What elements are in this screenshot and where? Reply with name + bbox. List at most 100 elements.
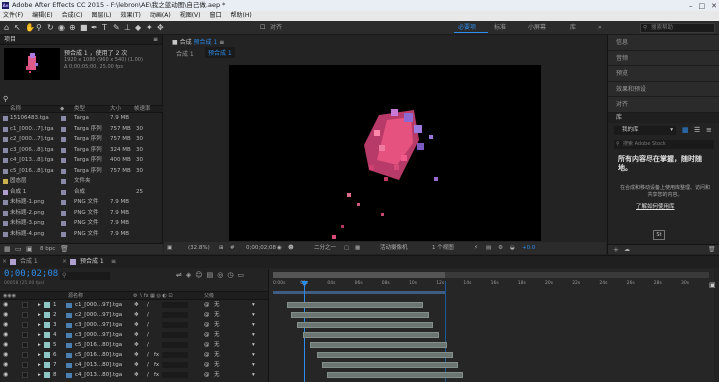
collapse-switch-icon[interactable]: ✻	[134, 341, 139, 349]
layer-duration-bar[interactable]	[302, 332, 439, 338]
camera-select[interactable]: 活动摄像机	[380, 242, 408, 254]
layer-row[interactable]: ◉ ▸ 5 c5_[016...80].tga ✻ ∕ @ 无 ▾	[0, 341, 268, 349]
project-item[interactable]: 未标题-4.png PNG 文件 7.9 MB	[0, 230, 163, 239]
parent-pickwhip-icon[interactable]: @	[204, 331, 210, 339]
lock-toggle-icon[interactable]	[22, 312, 28, 318]
label-color-swatch[interactable]	[61, 158, 66, 163]
layer-name[interactable]: c5_[016...80].tga	[75, 351, 122, 359]
layer-name[interactable]: c1_[000...97].tga	[75, 301, 122, 309]
layer-duration-bar[interactable]	[321, 362, 458, 368]
layer-duration-bar[interactable]	[309, 342, 448, 348]
help-search-input[interactable]: ⚲ 搜索帮助	[640, 23, 715, 33]
type-tool-icon[interactable]: T	[102, 23, 107, 33]
parent-pickwhip-icon[interactable]: @	[204, 361, 210, 369]
reset-exposure-icon[interactable]: ◒	[510, 242, 515, 254]
quality-switch-icon[interactable]: ∕	[147, 321, 149, 329]
label-color-swatch[interactable]	[61, 116, 66, 121]
lock-toggle-icon[interactable]	[22, 352, 28, 358]
label-color-swatch[interactable]	[61, 168, 66, 174]
viewer-subtab-2[interactable]: 预合成 1	[205, 47, 235, 58]
parent-pickwhip-icon[interactable]: @	[204, 321, 210, 329]
fx-switch-icon[interactable]: fx	[154, 361, 159, 369]
new-comp-icon[interactable]: ▣	[26, 245, 33, 253]
layer-label-swatch[interactable]	[44, 372, 50, 378]
quality-switch-icon[interactable]: ∕	[147, 301, 149, 309]
panel-menu-icon[interactable]: ≡	[111, 256, 116, 268]
comp-mini-flowchart-icon[interactable]: ⇌	[176, 271, 186, 279]
menu-help[interactable]: 帮助(H)	[231, 11, 252, 21]
lock-toggle-icon[interactable]	[22, 322, 28, 328]
quality-switch-icon[interactable]: ∕	[147, 361, 149, 369]
panel-effects-presets[interactable]: 效果和预设	[608, 82, 719, 98]
collapse-switch-icon[interactable]: ✻	[134, 371, 139, 379]
chevron-down-icon[interactable]: ▾	[252, 351, 255, 359]
project-item[interactable]: 未标题-3.png PNG 文件 7.9 MB	[0, 219, 163, 228]
menu-animation[interactable]: 动画(A)	[150, 11, 171, 21]
col-type[interactable]: 类型	[74, 106, 85, 113]
collapse-switch-icon[interactable]: ✻	[134, 361, 139, 369]
project-item[interactable]: 固态层 文件夹	[0, 177, 163, 186]
layer-label-swatch[interactable]	[44, 312, 50, 318]
label-color-swatch[interactable]	[61, 231, 66, 237]
menu-layer[interactable]: 图层(L)	[92, 11, 112, 21]
timeline-tab-comp1[interactable]: 合成 1	[20, 256, 38, 268]
label-color-swatch[interactable]	[61, 137, 66, 142]
chevron-down-icon[interactable]: ▾	[252, 331, 255, 339]
layer-switch-boxes[interactable]	[162, 312, 188, 318]
lock-toggle-icon[interactable]	[22, 332, 28, 338]
label-color-swatch[interactable]	[61, 179, 66, 184]
work-area-bar[interactable]	[273, 291, 445, 294]
layer-switch-boxes[interactable]	[162, 332, 188, 338]
workspace-small-screen[interactable]: 小屏幕	[528, 23, 546, 33]
layer-name[interactable]: c4_[013...80].tga	[75, 371, 122, 379]
rect-tool-icon[interactable]: ■	[80, 23, 88, 33]
layer-row[interactable]: ◉ ▸ 6 c5_[016...80].tga ✻ ∕ fx @ 无 ▾	[0, 351, 268, 359]
lock-icon[interactable]: ■	[172, 39, 178, 46]
zoom-tool-icon[interactable]: ⚲	[36, 23, 42, 33]
quality-switch-icon[interactable]: ∕	[147, 351, 149, 359]
layer-switch-boxes[interactable]	[162, 302, 188, 308]
interpret-footage-icon[interactable]: ▦	[4, 245, 11, 253]
project-item[interactable]: c3_[006...8].tga Targa 序列 324 MB 30	[0, 146, 163, 155]
collapse-switch-icon[interactable]: ✻	[134, 321, 139, 329]
draft-3d-icon[interactable]: ◈	[186, 271, 195, 279]
layer-label-swatch[interactable]	[44, 302, 50, 308]
visibility-eye-icon[interactable]: ◉	[3, 311, 8, 319]
panel-audio[interactable]: 音频	[608, 51, 719, 67]
visibility-eye-icon[interactable]: ◉	[3, 331, 8, 339]
expand-twirl-icon[interactable]: ▸	[38, 331, 41, 339]
pen-tool-icon[interactable]: ✒	[91, 23, 98, 33]
collapse-switch-icon[interactable]: ✻	[134, 311, 139, 319]
quality-switch-icon[interactable]: ∕	[147, 341, 149, 349]
panel-preview[interactable]: 预览	[608, 66, 719, 82]
visibility-eye-icon[interactable]: ◉	[3, 361, 8, 369]
align-checkbox-icon[interactable]: ☐	[260, 23, 265, 33]
comp-button-icon[interactable]: ▣	[709, 281, 716, 289]
layer-row[interactable]: ◉ ▸ 2 c2_[000...97].tga ✻ ∕ @ 无 ▾	[0, 311, 268, 319]
bpc-label[interactable]: 8 bpc	[40, 246, 55, 252]
project-item[interactable]: c2_[000...7].tga Targa 序列 757 MB 30	[0, 135, 163, 144]
timeline-tab-precomp1[interactable]: 预合成 1	[80, 256, 104, 268]
collapse-switch-icon[interactable]: ✻	[134, 331, 139, 339]
layer-row[interactable]: ◉ ▸ 4 c3_[000...97].tga ✻ ∕ @ 无 ▾	[0, 331, 268, 339]
menu-composition[interactable]: 合成(C)	[62, 11, 83, 21]
layer-name[interactable]: c3_[000...97].tga	[75, 331, 122, 339]
timeline-timecode[interactable]: 0;00;02;08	[4, 269, 58, 279]
menu-effect[interactable]: 效果(T)	[121, 11, 141, 21]
close-icon[interactable]: ×	[62, 256, 67, 268]
layer-switch-boxes[interactable]	[162, 322, 188, 328]
views-select[interactable]: 1 个视图	[432, 242, 454, 254]
expand-twirl-icon[interactable]: ▸	[38, 301, 41, 309]
expand-twirl-icon[interactable]: ▸	[38, 321, 41, 329]
selection-tool-icon[interactable]: ↖	[14, 23, 21, 33]
viewer-subtab-1[interactable]: 合成 1	[176, 49, 194, 58]
menu-file[interactable]: 文件(F)	[3, 11, 23, 21]
puppet-tool-icon[interactable]: ✥	[157, 23, 164, 33]
brush-tool-icon[interactable]: ✎	[113, 23, 120, 33]
layer-duration-bar[interactable]	[290, 312, 430, 318]
chevron-down-icon[interactable]: ▾	[252, 341, 255, 349]
visibility-eye-icon[interactable]: ◉	[3, 301, 8, 309]
time-ruler[interactable]: 0:00s02s04s06s08s10s12s14s16s18s20s22s24…	[269, 281, 715, 291]
stock-search-input[interactable]: ⚲ 搜索 Adobe Stock	[614, 140, 714, 149]
new-folder-icon[interactable]: ▭	[15, 245, 22, 253]
